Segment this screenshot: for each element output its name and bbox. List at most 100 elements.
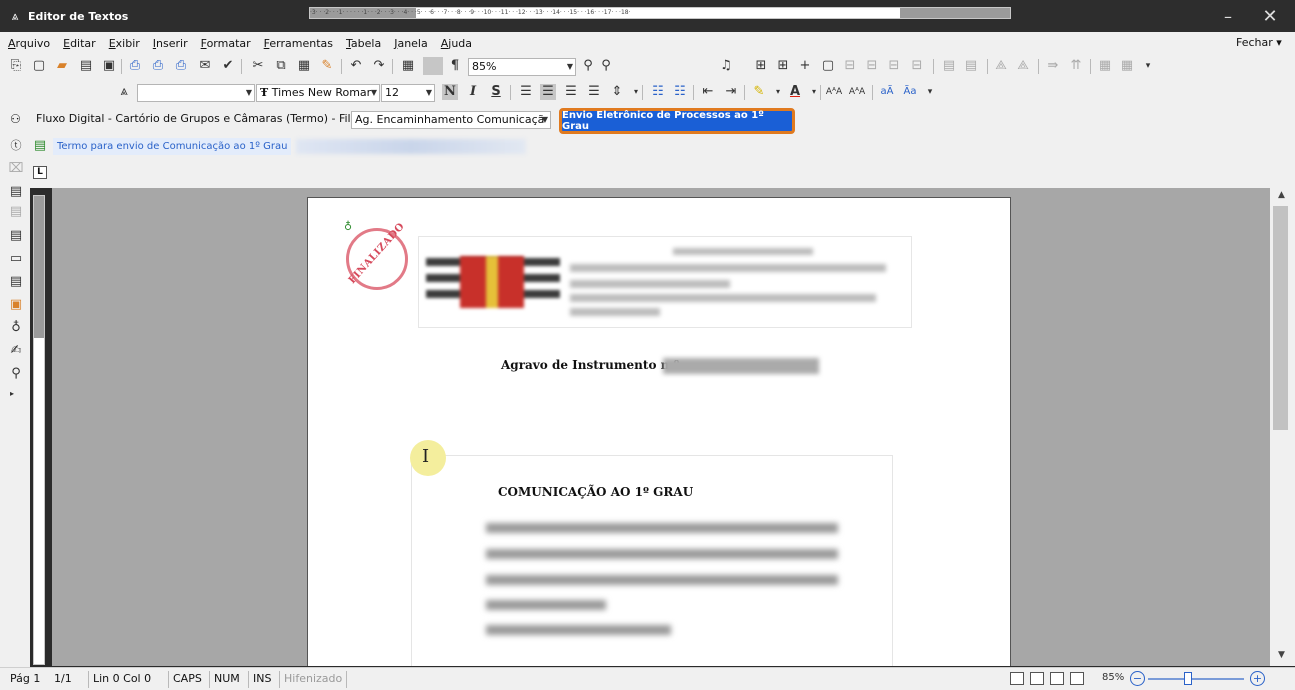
arrow-right-icon[interactable]: ⇛ bbox=[1045, 58, 1061, 74]
fila-select[interactable]: Ag. Encaminhamento Comunicaçã ▼ bbox=[351, 111, 551, 129]
email-icon[interactable]: ✉ bbox=[197, 58, 213, 74]
underline-icon[interactable]: S bbox=[488, 84, 504, 100]
change-case-icon[interactable]: aÃ bbox=[879, 84, 895, 100]
delete-col-icon[interactable]: ▤ bbox=[963, 58, 979, 74]
document-tab[interactable]: Termo para envio de Comunicação ao 1º Gr… bbox=[53, 138, 292, 155]
line-spacing-icon[interactable]: ⇕ bbox=[609, 84, 625, 100]
insert-row-icon[interactable]: ⊟ bbox=[886, 58, 902, 74]
numbered-list-icon[interactable]: ☷ bbox=[672, 84, 688, 100]
multi-page-view-icon[interactable] bbox=[1070, 672, 1084, 685]
align-left-icon[interactable]: ☰ bbox=[518, 84, 534, 100]
tab-stop-selector[interactable]: L bbox=[33, 166, 47, 179]
close-window-button[interactable]: ✕ bbox=[1250, 0, 1290, 32]
print-preview-icon[interactable]: ⎙ bbox=[150, 58, 166, 74]
new-document-icon[interactable]: ▢ bbox=[31, 58, 47, 74]
undo-icon[interactable]: ↶ bbox=[348, 58, 364, 74]
justify-icon[interactable]: ☰ bbox=[586, 84, 602, 100]
font-name-select[interactable]: Ŧ Times New Romar ▼ bbox=[256, 84, 380, 102]
bullet-list-icon[interactable]: ☷ bbox=[650, 84, 666, 100]
single-page-view-icon[interactable] bbox=[1010, 672, 1024, 685]
grid-view-icon[interactable]: ▦ bbox=[1097, 58, 1113, 74]
open-folder-icon[interactable]: ▰ bbox=[54, 58, 70, 74]
insert-col-icon[interactable]: ⊟ bbox=[909, 58, 925, 74]
document-page[interactable]: ♁ FINALIZADO Agravo de Instrumento n.º I… bbox=[307, 197, 1011, 666]
vertical-scrollbar[interactable]: ▲ ▼ bbox=[1270, 188, 1295, 666]
insert-table-icon[interactable]: ⊞ bbox=[775, 58, 791, 74]
paste-icon[interactable]: ▦ bbox=[296, 58, 312, 74]
zoom-minus-button[interactable]: − bbox=[1130, 671, 1145, 686]
bold-icon[interactable]: N bbox=[442, 84, 458, 100]
menu-formatar[interactable]: Formatar bbox=[201, 37, 251, 50]
merge-cells-icon[interactable]: ⊟ bbox=[864, 58, 880, 74]
grow-font-icon[interactable]: AᴬA bbox=[826, 84, 842, 100]
horizontal-ruler[interactable]: ·3· · ·2· · ·1· · · · · ·1· · ·2· · ·3· … bbox=[309, 7, 1011, 19]
decrease-indent-icon[interactable]: ⇤ bbox=[700, 84, 716, 100]
structure-icon[interactable]: ⟁ bbox=[1015, 58, 1031, 74]
menu-tabela[interactable]: Tabela bbox=[346, 37, 381, 50]
document-list-icon[interactable]: ▤ bbox=[8, 228, 24, 244]
copy-icon[interactable]: ⧉ bbox=[273, 58, 289, 74]
save-icon[interactable]: ▣ bbox=[101, 58, 117, 74]
page-icon[interactable]: ▤ bbox=[8, 274, 24, 290]
menu-editar[interactable]: Editar bbox=[63, 37, 96, 50]
signature-icon[interactable]: ✍ bbox=[8, 343, 24, 359]
change-case-2-icon[interactable]: Ãa bbox=[902, 84, 918, 100]
grid-view-2-icon[interactable]: ▦ bbox=[1119, 58, 1135, 74]
plus-icon[interactable]: + bbox=[797, 58, 813, 74]
align-right-icon[interactable]: ☰ bbox=[563, 84, 579, 100]
highlight-icon[interactable]: ✎ bbox=[751, 84, 767, 100]
styles-icon[interactable]: ⩓ bbox=[116, 84, 132, 100]
new-from-template-icon[interactable]: ⎘ bbox=[8, 58, 24, 74]
increase-indent-icon[interactable]: ⇥ bbox=[723, 84, 739, 100]
cut-icon[interactable]: ✂ bbox=[250, 58, 266, 74]
pin-icon[interactable]: ⚲ bbox=[8, 366, 24, 382]
left-toolbar-overflow-icon[interactable]: ▸ bbox=[4, 386, 20, 402]
menu-inserir[interactable]: Inserir bbox=[153, 37, 188, 50]
link-icon[interactable]: ⟁ bbox=[993, 58, 1009, 74]
frame-icon[interactable]: ▢ bbox=[820, 58, 836, 74]
menu-ferramentas[interactable]: Ferramentas bbox=[264, 37, 333, 50]
pilcrow-icon[interactable]: ¶ bbox=[447, 58, 463, 74]
style-select[interactable]: ▼ bbox=[137, 84, 255, 102]
font-color-icon[interactable]: A bbox=[787, 84, 803, 100]
page-width-view-icon[interactable] bbox=[1030, 672, 1044, 685]
form-fields-icon[interactable]: ▤ bbox=[8, 184, 24, 200]
minimize-button[interactable]: – bbox=[1208, 0, 1248, 32]
shading-icon[interactable] bbox=[423, 57, 443, 75]
toolbar-overflow-icon[interactable]: ▾ bbox=[1140, 58, 1156, 74]
award-icon[interactable]: ♁ bbox=[8, 320, 24, 336]
scroll-down-icon[interactable]: ▼ bbox=[1278, 650, 1285, 660]
scroll-up-icon[interactable]: ▲ bbox=[1278, 190, 1285, 200]
scroll-thumb[interactable] bbox=[1273, 206, 1288, 430]
bell-icon[interactable]: ♫ bbox=[718, 58, 734, 74]
format-painter-icon[interactable]: ✎ bbox=[319, 58, 335, 74]
zoom-in-icon[interactable]: ⚲ bbox=[598, 58, 614, 74]
properties-icon[interactable]: ▤ bbox=[8, 204, 24, 220]
split-cells-icon[interactable]: ⊟ bbox=[842, 58, 858, 74]
align-center-icon[interactable]: ☰ bbox=[540, 84, 556, 100]
print-setup-icon[interactable]: ⎙ bbox=[173, 58, 189, 74]
shrink-font-icon[interactable]: AᴬA bbox=[849, 84, 865, 100]
track-changes-icon[interactable]: ⓣ bbox=[8, 138, 24, 154]
delete-row-icon[interactable]: ▤ bbox=[941, 58, 957, 74]
envio-eletronico-button[interactable]: Envio Eletrônico de Processos ao 1º Grau bbox=[559, 108, 795, 134]
comment-icon[interactable]: ▭ bbox=[8, 251, 24, 267]
menu-arquivo[interactable]: Arquivo bbox=[8, 37, 50, 50]
zoom-select[interactable]: 85% ▼ bbox=[468, 58, 576, 76]
vertical-ruler[interactable] bbox=[33, 195, 45, 665]
zoom-plus-button[interactable]: + bbox=[1250, 671, 1265, 686]
note-icon[interactable]: ▣ bbox=[8, 297, 24, 313]
highlight-dropdown-icon[interactable]: ▾ bbox=[770, 84, 786, 100]
two-pages-view-icon[interactable] bbox=[1050, 672, 1064, 685]
table-grid-icon[interactable]: ⊞ bbox=[753, 58, 769, 74]
print-icon[interactable]: ⎙ bbox=[127, 58, 143, 74]
font-size-select[interactable]: 12 ▼ bbox=[381, 84, 435, 102]
spellcheck-icon[interactable]: ✔ bbox=[220, 58, 236, 74]
table-icon[interactable]: ▦ bbox=[400, 58, 416, 74]
redo-icon[interactable]: ↷ bbox=[371, 58, 387, 74]
menu-ajuda[interactable]: Ajuda bbox=[441, 37, 472, 50]
menu-janela[interactable]: Janela bbox=[394, 37, 428, 50]
format-overflow-icon[interactable]: ▾ bbox=[922, 84, 938, 100]
italic-icon[interactable]: I bbox=[465, 84, 481, 100]
zoom-out-icon[interactable]: ⚲ bbox=[580, 58, 596, 74]
